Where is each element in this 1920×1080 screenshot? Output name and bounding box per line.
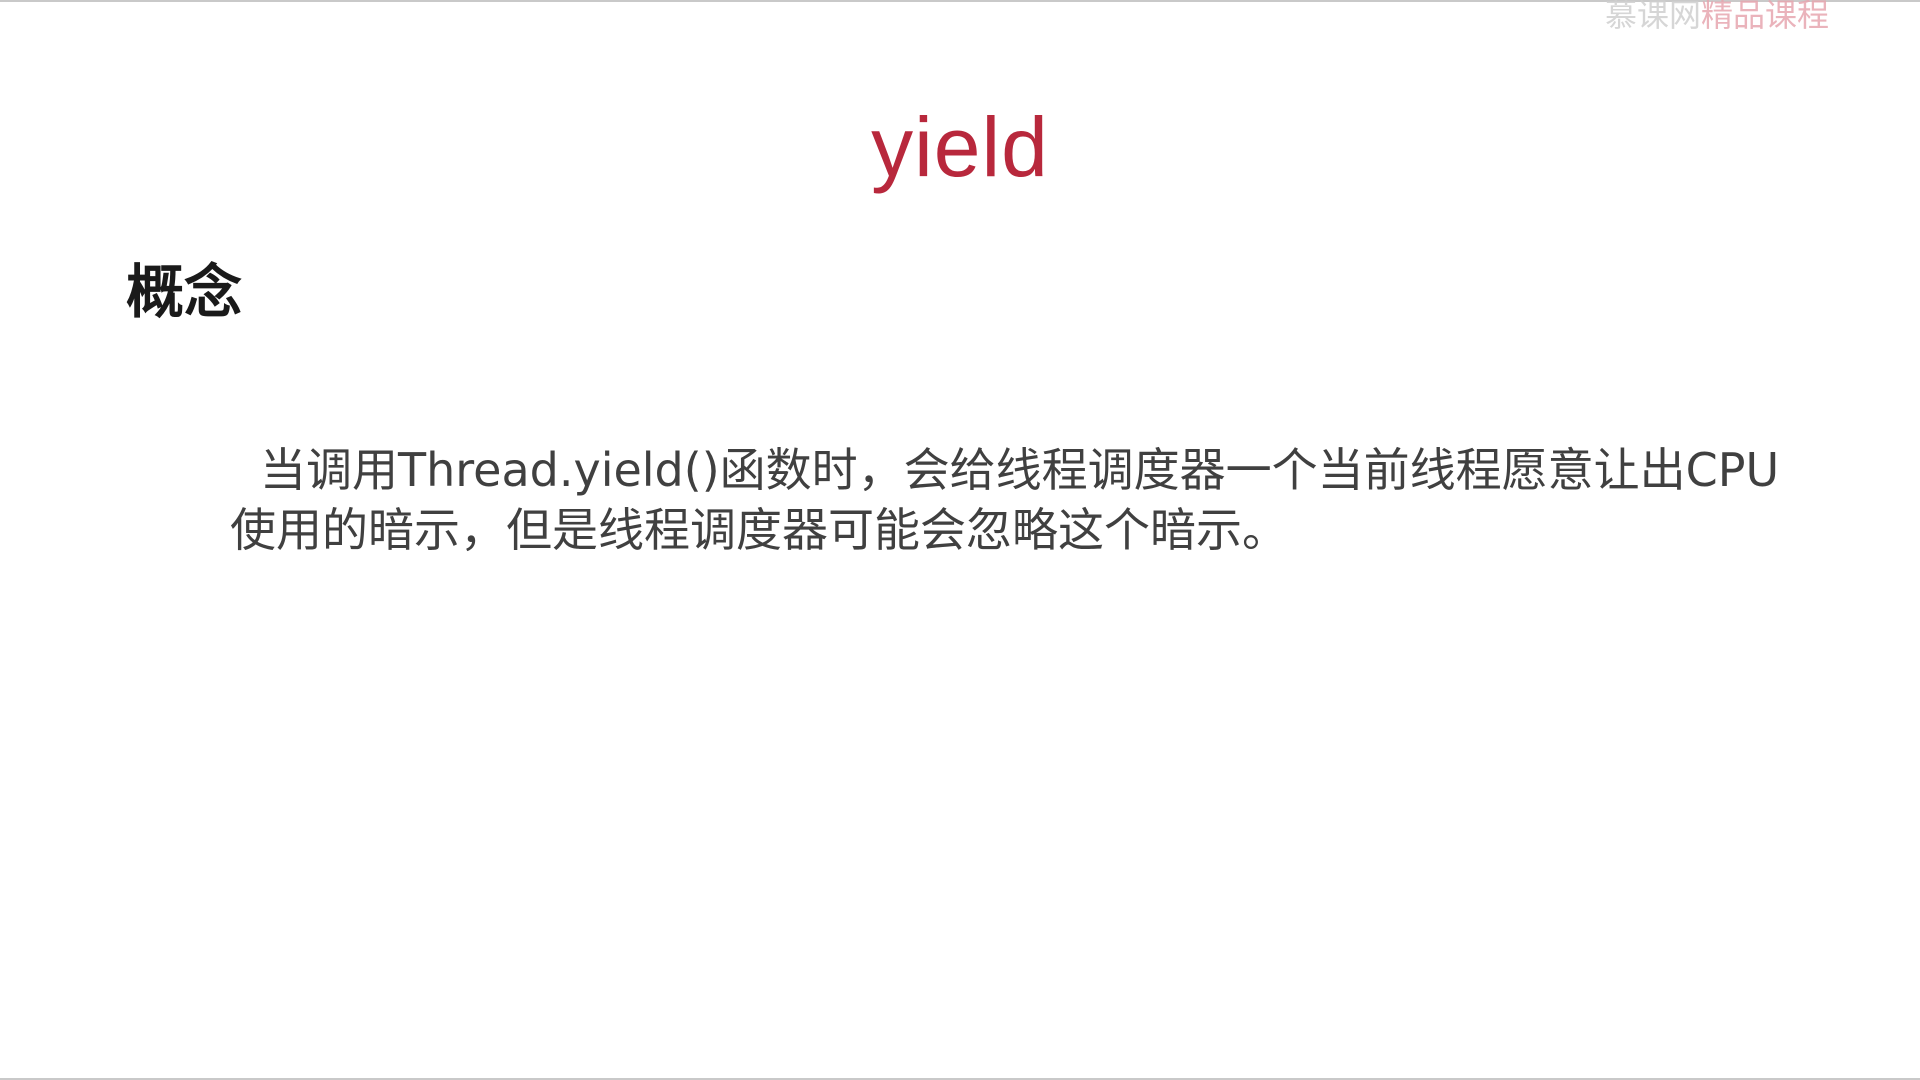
slide: 慕课网精品课程 yield 概念 当调用Thread.yield()函数时，会给… xyxy=(0,0,1920,1080)
slide-title: yield xyxy=(871,100,1049,194)
watermark-logo: 慕课网精品课程 xyxy=(1605,0,1830,30)
body-paragraph: 当调用Thread.yield()函数时，会给线程调度器一个当前线程愿意让出CP… xyxy=(230,443,1780,557)
section-heading: 概念 xyxy=(126,258,243,326)
